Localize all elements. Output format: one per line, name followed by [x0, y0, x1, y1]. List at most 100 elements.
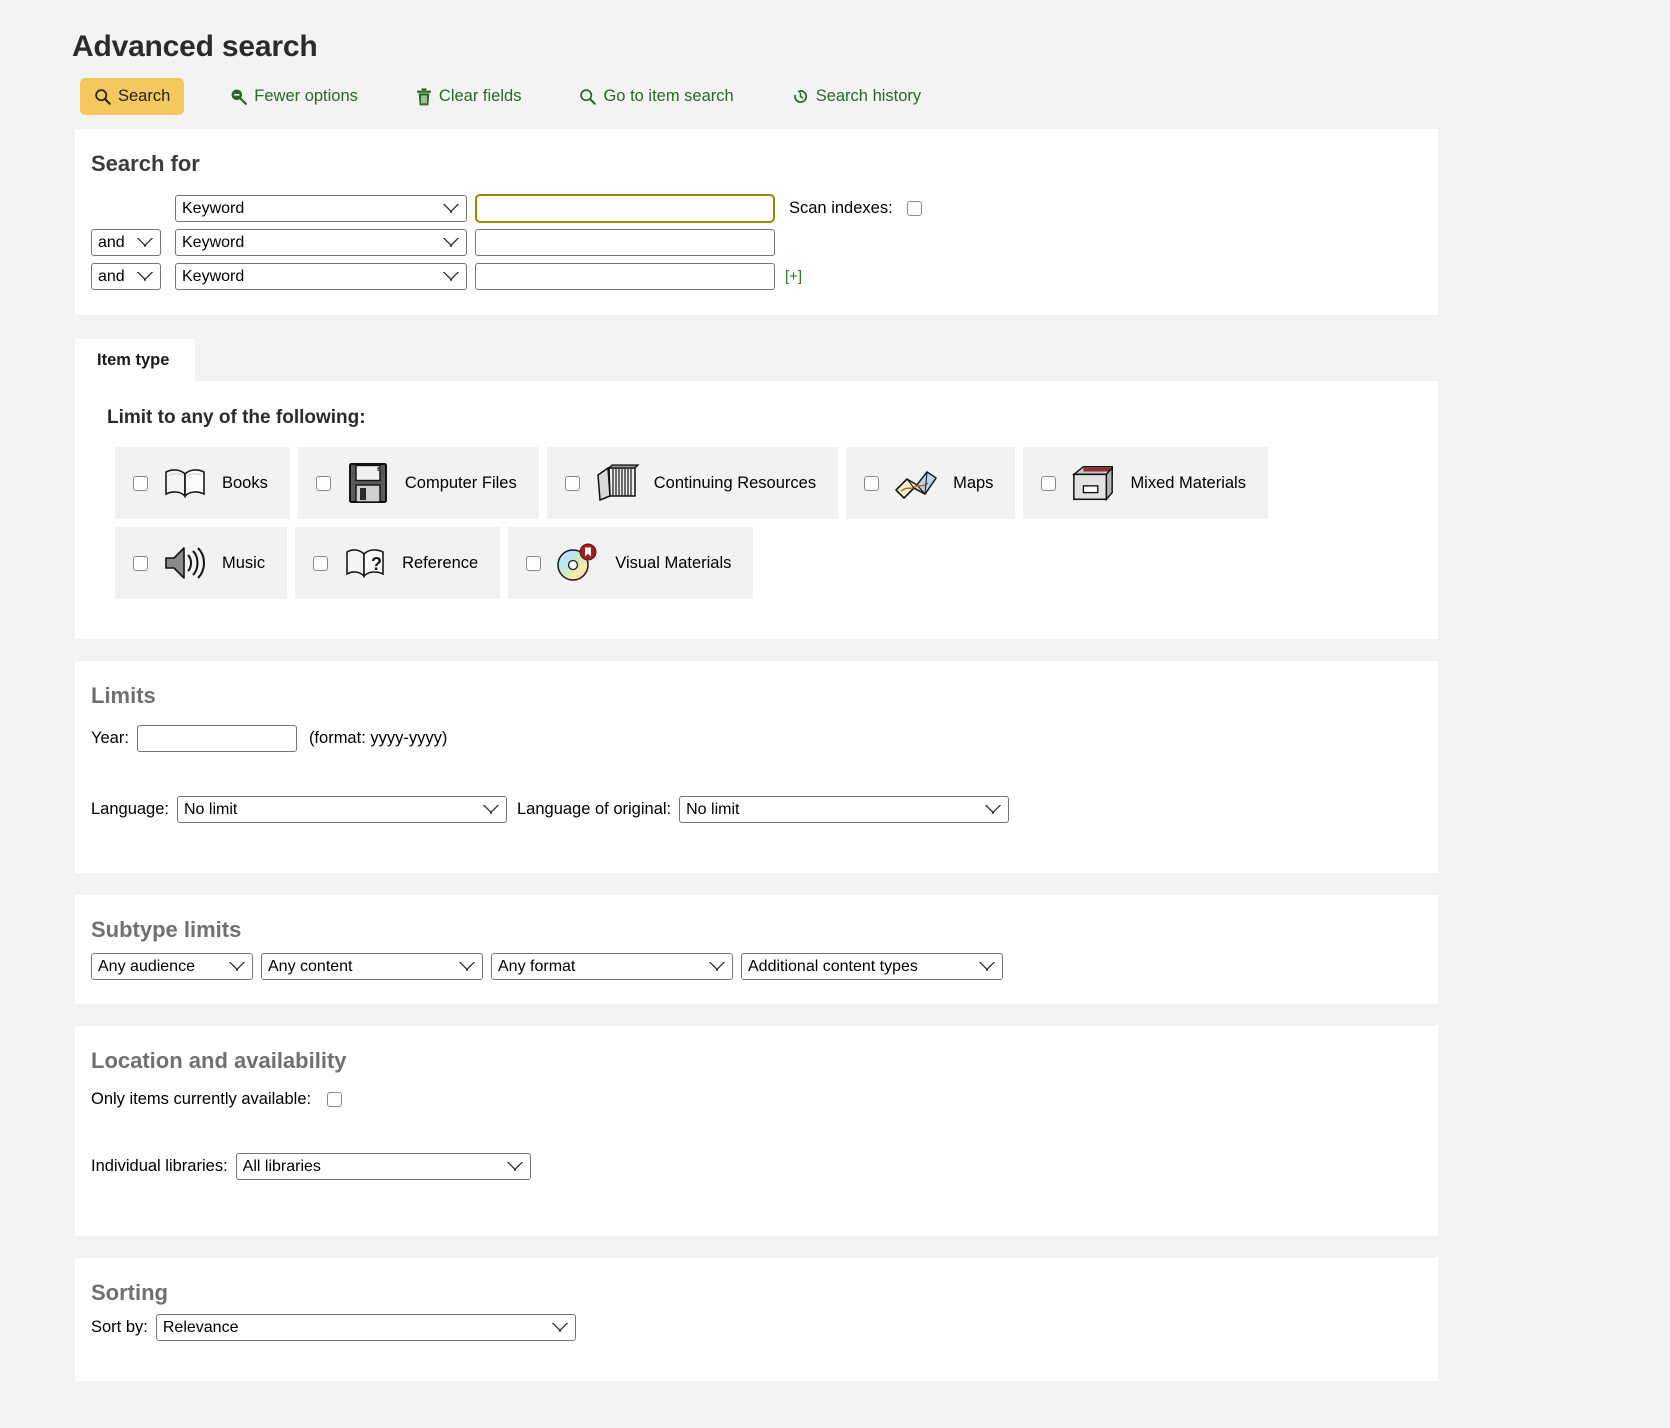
year-label: Year: — [91, 729, 129, 748]
location-heading: Location and availability — [91, 1048, 1438, 1074]
subtype-limits-heading: Subtype limits — [91, 917, 1438, 943]
history-icon — [792, 88, 809, 105]
search-for-heading: Search for — [91, 151, 1438, 177]
search-for-panel: Search for Keyword Scan indexes: and — [75, 129, 1438, 315]
continuing-resources-checkbox[interactable] — [565, 476, 580, 491]
search-term-input-2[interactable] — [475, 229, 775, 256]
panel-separator — [0, 1236, 1670, 1258]
search-index-select-2[interactable]: Keyword — [175, 229, 467, 256]
language-of-original-select[interactable]: No limit — [679, 796, 1009, 823]
scan-indexes-label: Scan indexes: — [789, 199, 893, 218]
item-type-option-computer-files[interactable]: Computer Files — [298, 447, 539, 519]
sort-by-select[interactable]: Relevance — [156, 1314, 576, 1341]
trash-icon — [416, 88, 432, 106]
search-icon — [579, 88, 596, 105]
page-title: Advanced search — [0, 0, 1670, 64]
sort-by-row: Sort by: Relevance — [91, 1314, 1438, 1341]
search-term-input-1[interactable] — [475, 194, 775, 223]
panel-separator — [0, 315, 1670, 337]
sorting-heading: Sorting — [91, 1280, 1438, 1306]
sort-by-label: Sort by: — [91, 1318, 148, 1337]
item-type-option-visual-materials[interactable]: Visual Materials — [508, 527, 753, 599]
mixed-materials-label: Mixed Materials — [1130, 474, 1246, 493]
music-checkbox[interactable] — [133, 556, 148, 571]
minus-magnifier-icon — [230, 88, 247, 105]
format-select[interactable]: Any format — [491, 953, 733, 980]
item-type-option-reference[interactable]: ? Reference — [295, 527, 500, 599]
item-type-panel: Limit to any of the following: Books — [75, 381, 1438, 639]
computer-files-label: Computer Files — [405, 474, 517, 493]
search-rows: Keyword Scan indexes: and Keyword — [91, 193, 1438, 291]
subtype-limits-panel: Subtype limits Any audience Any content … — [75, 895, 1438, 1004]
sorting-panel: Sorting Sort by: Relevance — [75, 1258, 1438, 1381]
fewer-options-button[interactable]: Fewer options — [216, 78, 372, 115]
only-available-label: Only items currently available: — [91, 1090, 311, 1109]
search-history-label: Search history — [816, 87, 921, 106]
individual-libraries-select[interactable]: All libraries — [236, 1153, 531, 1180]
maps-checkbox[interactable] — [864, 476, 879, 491]
reference-label: Reference — [402, 554, 478, 573]
search-icon — [94, 88, 111, 105]
language-select[interactable]: No limit — [177, 796, 507, 823]
item-type-grid: Books Computer Files — [91, 447, 1438, 599]
year-format-hint: (format: yyyy-yyyy) — [309, 729, 447, 748]
continuing-resources-label: Continuing Resources — [654, 474, 816, 493]
go-to-item-search-button[interactable]: Go to item search — [565, 78, 747, 115]
limits-heading: Limits — [91, 683, 1438, 709]
books-checkbox[interactable] — [133, 476, 148, 491]
visual-materials-label: Visual Materials — [615, 554, 731, 573]
language-label: Language: — [91, 800, 169, 819]
page-bottom-spacer — [0, 1381, 1670, 1409]
subtype-row: Any audience Any content Any format Addi… — [91, 953, 1438, 980]
panel-separator — [0, 639, 1670, 661]
books-label: Books — [222, 474, 268, 493]
disc-icon — [555, 540, 601, 586]
search-row: and Keyword — [91, 227, 1438, 257]
item-type-option-books[interactable]: Books — [115, 447, 290, 519]
maps-label: Maps — [953, 474, 993, 493]
audience-select[interactable]: Any audience — [91, 953, 253, 980]
music-label: Music — [222, 554, 265, 573]
add-search-row-link[interactable]: [+] — [785, 268, 802, 285]
item-type-option-music[interactable]: Music — [115, 527, 287, 599]
tab-item-type[interactable]: Item type — [75, 339, 195, 381]
clear-fields-label: Clear fields — [439, 87, 522, 106]
search-index-select-1[interactable]: Keyword — [175, 195, 467, 222]
mixed-materials-checkbox[interactable] — [1041, 476, 1056, 491]
item-type-option-continuing-resources[interactable]: Continuing Resources — [547, 447, 838, 519]
search-button[interactable]: Search — [80, 78, 184, 115]
additional-content-types-select[interactable]: Additional content types — [741, 953, 1003, 980]
availability-row: Only items currently available: — [91, 1090, 1438, 1109]
clear-fields-button[interactable]: Clear fields — [402, 78, 536, 115]
search-history-button[interactable]: Search history — [778, 78, 935, 115]
toolbar: Search Fewer options Clear fields Go to … — [0, 64, 1670, 129]
computer-files-checkbox[interactable] — [316, 476, 331, 491]
only-available-checkbox[interactable] — [327, 1092, 342, 1107]
reference-checkbox[interactable] — [313, 556, 328, 571]
folded-map-icon — [893, 460, 939, 506]
advanced-search-page: Advanced search Search Fewer options Cle… — [0, 0, 1670, 1409]
visual-materials-checkbox[interactable] — [526, 556, 541, 571]
individual-libraries-label: Individual libraries: — [91, 1157, 228, 1176]
svg-text:?: ? — [371, 554, 382, 574]
archive-box-icon — [1070, 460, 1116, 506]
item-type-option-maps[interactable]: Maps — [846, 447, 1015, 519]
operator-select-2[interactable]: and — [91, 229, 161, 256]
go-to-item-search-label: Go to item search — [603, 87, 733, 106]
limits-panel: Limits Year: (format: yyyy-yyyy) Languag… — [75, 661, 1438, 873]
item-type-tabstrip: Item type — [75, 337, 1438, 381]
operator-select-3[interactable]: and — [91, 263, 161, 290]
libraries-row: Individual libraries: All libraries — [91, 1153, 1438, 1180]
content-select[interactable]: Any content — [261, 953, 483, 980]
item-type-option-mixed-materials[interactable]: Mixed Materials — [1023, 447, 1268, 519]
panel-separator — [0, 1004, 1670, 1026]
year-input[interactable] — [137, 725, 297, 752]
language-of-original-label: Language of original: — [517, 800, 671, 819]
search-term-input-3[interactable] — [475, 263, 775, 290]
panel-separator — [0, 873, 1670, 895]
scan-indexes-checkbox[interactable] — [907, 201, 922, 216]
search-row: and Keyword [+] — [91, 261, 1438, 291]
search-index-select-3[interactable]: Keyword — [175, 263, 467, 290]
floppy-disk-icon — [345, 460, 391, 506]
limit-to-label: Limit to any of the following: — [107, 407, 1438, 429]
